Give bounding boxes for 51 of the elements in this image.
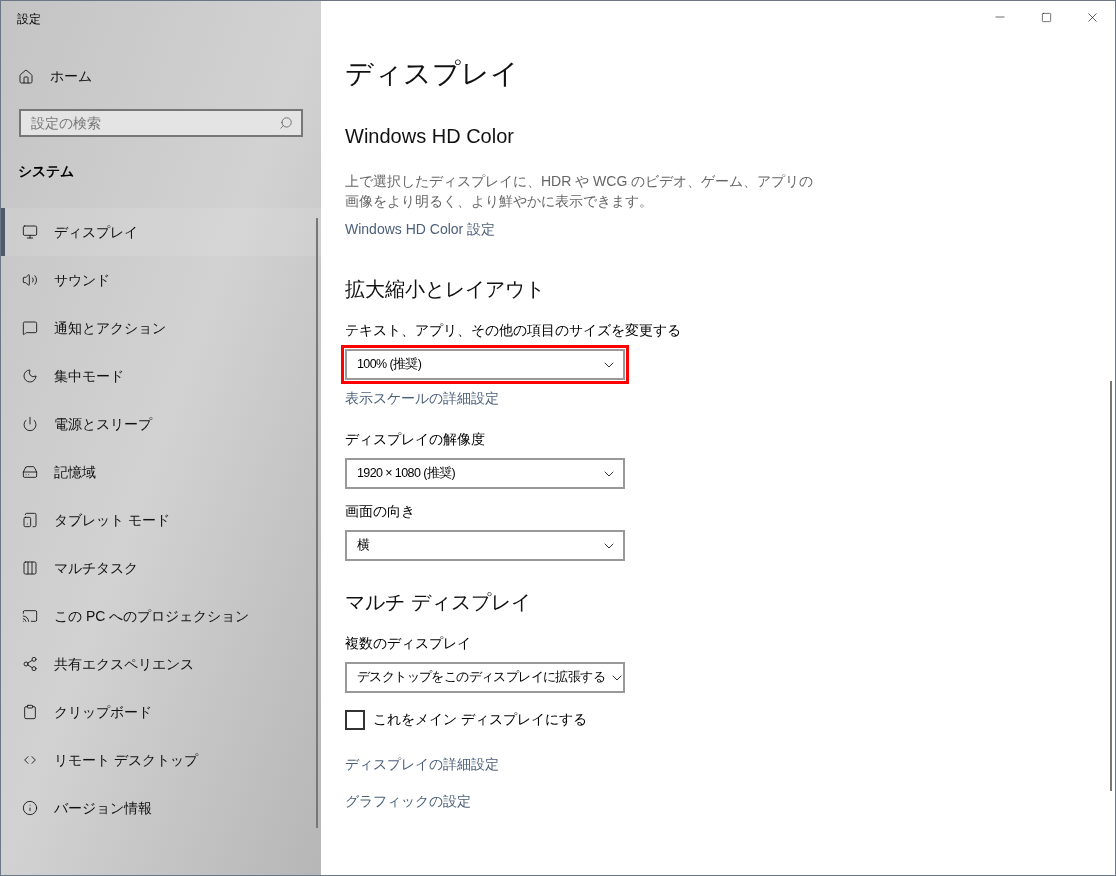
section-heading: システム: [18, 162, 75, 181]
nav-icon: [22, 512, 38, 528]
dropdown[interactable]: 横: [345, 530, 625, 561]
settings-link[interactable]: Windows HD Color 設定: [345, 219, 496, 240]
dropdown-label: ディスプレイの解像度: [345, 430, 486, 449]
dropdown-label: 画面の向き: [345, 502, 416, 521]
nav-icon: [22, 272, 38, 288]
nav-item[interactable]: 共有エクスペリエンス: [1, 640, 321, 688]
nav-item[interactable]: マルチタスク: [1, 544, 321, 592]
nav-item[interactable]: 記憶域: [1, 448, 321, 496]
section-heading: Windows HD Color: [345, 124, 515, 149]
description-text: 上で選択したディスプレイに、HDR や WCG のビデオ、ゲーム、アプリの画像をより明るく、より鮮やかに表示できます。: [345, 172, 815, 211]
home-link[interactable]: ホーム: [18, 66, 321, 87]
nav-icon: [22, 560, 38, 576]
nav-item[interactable]: この PC へのプロジェクション: [1, 592, 321, 640]
nav-icon: [22, 368, 38, 384]
home-icon: [18, 68, 34, 85]
nav-item[interactable]: 集中モード: [1, 352, 321, 400]
nav-item[interactable]: タブレット モード: [1, 496, 321, 544]
settings-link[interactable]: グラフィックの設定: [345, 791, 471, 812]
nav-icon: [22, 704, 38, 720]
settings-link[interactable]: 表示スケールの詳細設定: [345, 388, 499, 409]
nav-item[interactable]: サウンド: [1, 256, 321, 304]
search-icon: [279, 116, 293, 130]
nav-item[interactable]: リモート デスクトップ: [1, 736, 321, 784]
nav-icon: [22, 608, 38, 624]
nav-icon: [22, 464, 38, 480]
maximize-icon: [1040, 11, 1052, 23]
dropdown[interactable]: デスクトップをこのディスプレイに拡張する: [345, 662, 625, 693]
nav-item[interactable]: 電源とスリープ: [1, 400, 321, 448]
nav-icon: [22, 800, 38, 816]
nav-item[interactable]: クリップボード: [1, 688, 321, 736]
nav-icon: [22, 416, 38, 432]
section-heading: マルチ ディスプレイ: [345, 590, 532, 615]
nav-icon: [22, 656, 38, 672]
nav-item[interactable]: バージョン情報: [1, 784, 321, 832]
nav-item[interactable]: ディスプレイ: [1, 208, 321, 256]
checkbox[interactable]: [345, 709, 365, 730]
dropdown-label: 複数のディスプレイ: [345, 634, 472, 653]
dropdown[interactable]: 100% (推奨): [345, 349, 625, 380]
checkbox-label: これをメイン ディスプレイにする: [373, 710, 587, 729]
nav-item[interactable]: 通知とアクション: [1, 304, 321, 352]
search-field[interactable]: 設定の検索: [19, 109, 303, 137]
window-title: 設定: [17, 11, 42, 28]
section-heading: 拡大縮小とレイアウト: [345, 277, 546, 302]
dropdown[interactable]: 1920 × 1080 (推奨): [345, 458, 625, 489]
settings-link[interactable]: ディスプレイの詳細設定: [345, 754, 499, 775]
nav-icon: [22, 320, 38, 336]
page-title: ディスプレイ: [345, 57, 520, 91]
nav-icon: [22, 224, 38, 240]
dropdown-label: テキスト、アプリ、その他の項目のサイズを変更する: [345, 321, 682, 340]
